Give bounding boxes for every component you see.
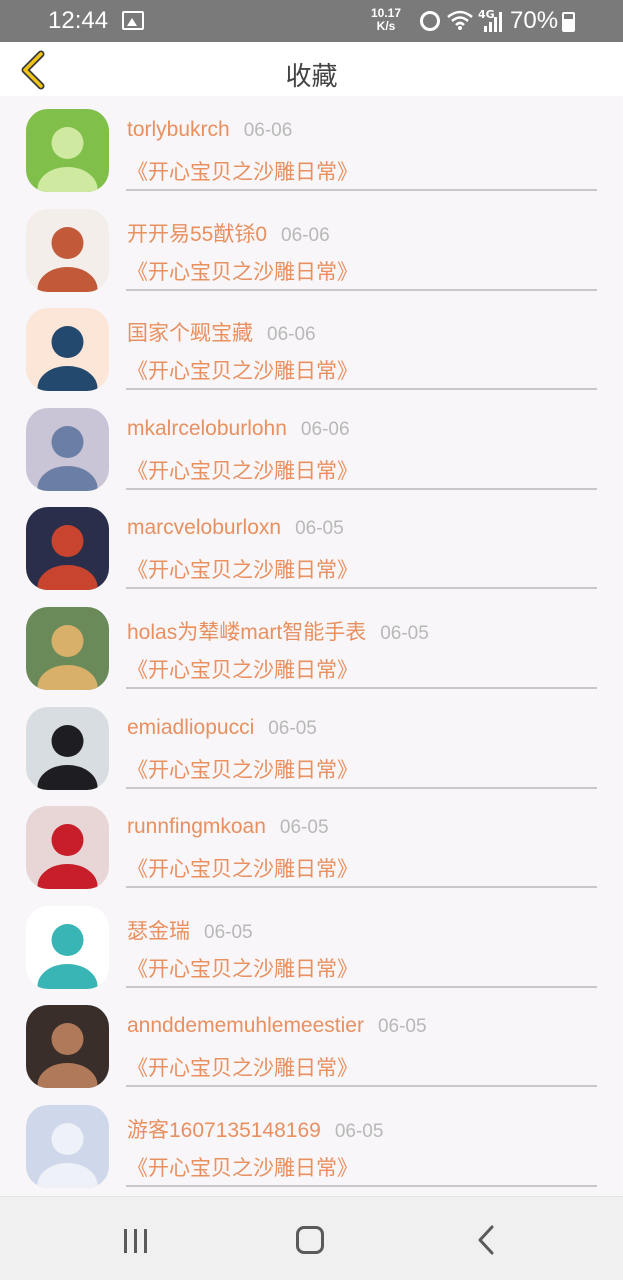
recents-icon[interactable] [122,1229,150,1253]
favorites-list: torlybukrch 06-06 《开心宝贝之沙雕日常》 开开易55猷铩0 06-06… [0,96,623,1196]
list-item[interactable]: mkalrceloburlohn 06-06 《开心宝贝之沙雕日常》 [0,395,623,495]
username[interactable]: 瑟金瑞 06-05 [127,915,253,945]
work-title[interactable]: 《开心宝贝之沙雕日常》 [127,754,358,784]
divider [126,388,597,391]
list-item[interactable]: torlybukrch 06-06 《开心宝贝之沙雕日常》 [0,96,623,196]
divider [126,487,597,490]
username-text: holas为辇嵝mart智能手表 [127,621,367,644]
divider [126,288,597,291]
username[interactable]: runnfingmkoan 06-05 [127,815,329,839]
divider [126,189,597,191]
image-icon [122,11,144,30]
username[interactable]: annddememuhlemeestier 06-05 [127,1014,427,1038]
divider [126,1085,597,1088]
work-title[interactable]: 《开心宝贝之沙雕日常》 [127,554,358,584]
favorite-date: 06-05 [380,623,429,644]
username-text: 开开易55猷铩0 [127,222,268,246]
favorite-date: 06-05 [279,817,329,839]
signal-icon [484,12,504,32]
list-item[interactable]: emiadliopucci 06-05 《开心宝贝之沙雕日常》 [0,694,623,794]
avatar[interactable] [26,308,109,392]
list-item[interactable]: runnfingmkoan 06-05 《开心宝贝之沙雕日常》 [0,793,623,893]
avatar[interactable] [26,1005,109,1089]
alarm-icon [420,11,440,31]
favorite-date: 06-06 [300,418,350,440]
username[interactable]: torlybukrch 06-06 [127,118,292,142]
home-icon[interactable] [296,1226,324,1254]
username-text: mkalrceloburlohn [127,416,287,440]
username-text: annddememuhlemeestier [127,1014,364,1038]
work-title[interactable]: 《开心宝贝之沙雕日常》 [127,953,358,983]
username[interactable]: holas为辇嵝mart智能手表 06-05 [127,616,429,646]
network-speed-unit: K/s [376,19,396,33]
back-icon[interactable] [474,1225,498,1255]
status-bar: 12:44 10.17 K/s 4G 70% [0,0,623,42]
username[interactable]: 开开易55猷铩0 06-06 [127,218,330,248]
avatar[interactable] [26,706,109,790]
favorite-date: 06-05 [295,518,344,540]
work-title[interactable]: 《开心宝贝之沙雕日常》 [127,156,358,186]
work-title[interactable]: 《开心宝贝之沙雕日常》 [127,853,358,883]
avatar[interactable] [26,109,109,192]
list-item[interactable]: marcveloburloxn 06-05 《开心宝贝之沙雕日常》 [0,494,623,594]
username-text: runnfingmkoan [127,815,266,839]
status-time: 12:44 [48,7,109,34]
divider [126,786,597,789]
list-item[interactable]: 开开易55猷铩0 06-06 《开心宝贝之沙雕日常》 [0,196,623,296]
list-item[interactable]: annddememuhlemeestier 06-05 《开心宝贝之沙雕日常》 [0,992,623,1092]
username-text: 游客1607135148169 [127,1119,321,1142]
avatar[interactable] [26,905,109,989]
list-item[interactable]: 瑟金瑞 06-05 《开心宝贝之沙雕日常》 [0,893,623,993]
list-item[interactable]: 国家个觋宝藏 06-06 《开心宝贝之沙雕日常》 [0,295,623,395]
favorite-date: 06-06 [281,224,330,246]
wifi-icon [447,9,473,37]
work-title[interactable]: 《开心宝贝之沙雕日常》 [127,455,358,485]
username[interactable]: 游客1607135148169 06-05 [127,1114,383,1144]
favorite-date: 06-05 [377,1016,427,1038]
work-title[interactable]: 《开心宝贝之沙雕日常》 [127,654,358,684]
avatar[interactable] [26,1105,109,1188]
divider [126,1185,597,1187]
avatar[interactable] [26,407,109,491]
divider [126,886,597,889]
username-text: emiadliopucci [127,715,255,739]
divider [126,985,597,988]
username-text: torlybukrch [127,118,230,141]
username[interactable]: 国家个觋宝藏 06-06 [127,317,316,347]
battery-percent: 70% [510,7,559,34]
battery-icon [562,12,575,32]
work-title[interactable]: 《开心宝贝之沙雕日常》 [127,355,358,385]
divider [126,687,597,689]
list-item[interactable]: 游客1607135148169 06-05 《开心宝贝之沙雕日常》 [0,1092,623,1192]
favorite-date: 06-05 [204,921,253,943]
network-speed: 10.17 K/s [371,7,401,33]
avatar[interactable] [26,208,109,292]
system-nav-bar [0,1196,623,1280]
favorite-date: 06-05 [268,717,317,739]
username[interactable]: emiadliopucci 06-05 [127,716,317,740]
work-title[interactable]: 《开心宝贝之沙雕日常》 [127,256,358,286]
favorite-date: 06-06 [243,120,293,141]
avatar[interactable] [26,507,109,591]
avatar[interactable] [26,806,109,890]
page-title: 收藏 [285,62,338,92]
username-text: 国家个觋宝藏 [127,322,253,346]
favorite-date: 06-05 [334,1121,384,1142]
work-title[interactable]: 《开心宝贝之沙雕日常》 [127,1052,358,1082]
divider [126,587,597,590]
work-title[interactable]: 《开心宝贝之沙雕日常》 [127,1152,358,1182]
username-text: marcveloburloxn [127,516,282,540]
username[interactable]: marcveloburloxn 06-05 [127,516,344,540]
list-item[interactable]: holas为辇嵝mart智能手表 06-05 《开心宝贝之沙雕日常》 [0,594,623,694]
avatar[interactable] [26,607,109,690]
app-header: 收藏 [0,42,623,96]
username-text: 瑟金瑞 [127,919,190,943]
favorite-date: 06-06 [267,324,316,346]
username[interactable]: mkalrceloburlohn 06-06 [127,417,350,441]
